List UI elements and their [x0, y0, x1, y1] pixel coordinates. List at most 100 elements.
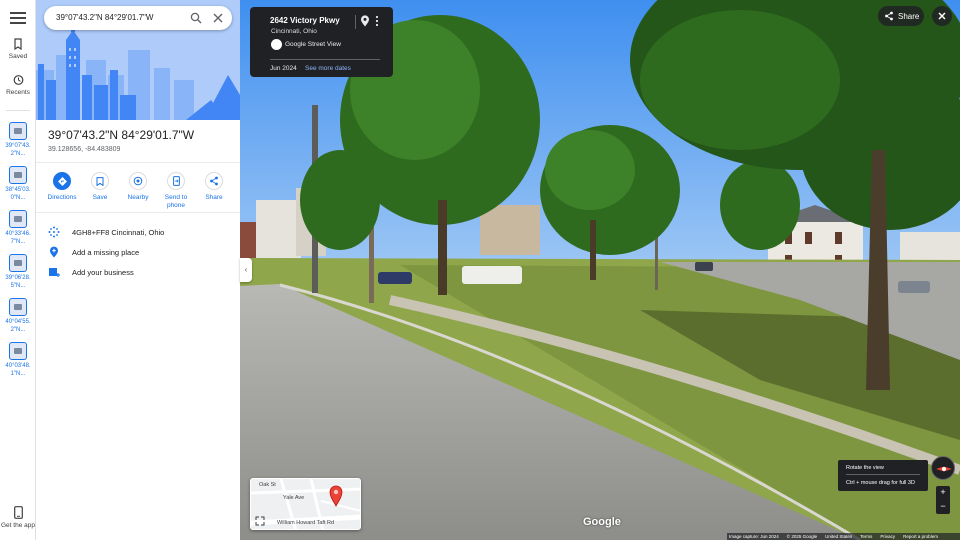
add-missing-place-row[interactable]: Add a missing place [48, 246, 139, 258]
recent-thumbnail [9, 342, 27, 360]
history-icon [13, 75, 24, 85]
save-label: Save [92, 194, 108, 201]
tooltip-title: Rotate the view [846, 465, 884, 471]
plus-code-text: 4GH8+FF8 Cincinnati, Ohio [72, 227, 165, 237]
divider [846, 474, 920, 475]
tooltip-hint: Ctrl + mouse drag for full 3D [846, 480, 915, 486]
divider [355, 15, 356, 29]
saved-label: Saved [8, 53, 28, 60]
plus-code-row[interactable]: 4GH8+FF8 Cincinnati, Ohio [48, 226, 164, 238]
chevron-left-icon: ‹ [244, 265, 248, 274]
recents-button[interactable]: Recents [0, 74, 36, 96]
capture-date-footer: Image capture: Jun 2024 [729, 534, 779, 539]
close-icon[interactable] [212, 12, 224, 24]
streetview-share-button[interactable]: Share [878, 6, 924, 26]
action-bar: Directions Save Nearby Send to phone Sha… [44, 172, 232, 210]
plus-code-icon [48, 226, 60, 238]
menu-icon[interactable] [9, 10, 27, 26]
recent-thumbnail [9, 254, 27, 272]
more-options-icon[interactable] [374, 15, 380, 27]
search-box[interactable]: 39°07'43.2"N 84°29'01.7"W [44, 6, 232, 30]
add-business-row[interactable]: Add your business [48, 266, 134, 278]
mini-map-street-label: Oak St [259, 482, 276, 488]
see-more-dates-link[interactable]: See more dates [305, 65, 351, 72]
share-label: Share [205, 194, 223, 201]
divider [36, 212, 240, 213]
share-button[interactable]: Share [196, 172, 232, 210]
divider [36, 162, 240, 163]
compass-button[interactable] [931, 456, 955, 480]
street-view-source-label: Google Street View [285, 41, 341, 48]
zoom-controls: + − [936, 486, 950, 514]
directions-icon [53, 172, 71, 190]
directions-button[interactable]: Directions [44, 172, 80, 210]
saved-button[interactable]: Saved [0, 38, 36, 60]
nearby-label: Nearby [127, 194, 149, 201]
country-link[interactable]: United States [825, 534, 852, 539]
location-pin-icon[interactable] [360, 15, 370, 27]
privacy-link[interactable]: Privacy [880, 534, 895, 539]
recent-item-label: 39°06'28.5"N... [5, 275, 31, 289]
share-icon [205, 172, 223, 190]
recent-item[interactable]: 40°33'46.7"N... [0, 210, 36, 254]
mini-map[interactable]: Oak St Yale Ave William Howard Taft Rd [250, 478, 361, 530]
streetview-info-card: 2642 Victory Pkwy Cincinnati, Ohio Googl… [250, 7, 393, 77]
streetview-address: 2642 Victory Pkwy [270, 16, 340, 25]
google-icon [271, 39, 282, 50]
nearby-icon [129, 172, 147, 190]
search-input[interactable]: 39°07'43.2"N 84°29'01.7"W [56, 13, 153, 22]
get-app-label: Get the app [1, 522, 35, 529]
add-missing-place-label: Add a missing place [72, 247, 140, 257]
mini-map-street-label: William Howard Taft Rd [277, 520, 335, 526]
capture-date: Jun 2024 [270, 65, 297, 72]
mini-map-street-label: Yale Ave [283, 495, 305, 501]
add-business-label: Add your business [72, 267, 134, 277]
recent-thumbnail [9, 122, 27, 140]
recent-thumbnail [9, 166, 27, 184]
save-button[interactable]: Save [82, 172, 118, 210]
recent-item[interactable]: 40°03'48.1"N... [0, 342, 36, 386]
get-app-button[interactable]: Get the app [0, 506, 36, 530]
divider [270, 59, 380, 60]
place-panel: 39°07'43.2"N 84°29'01.7"W 39°07'43.2"N 8… [36, 0, 240, 540]
recent-item-label: 38°45'03.0"N... [5, 187, 31, 201]
search-icon[interactable] [190, 12, 202, 24]
recent-item[interactable]: 39°06'28.5"N... [0, 254, 36, 298]
bookmark-icon [14, 38, 22, 50]
attribution-bar: Image capture: Jun 2024 © 2025 Google Un… [727, 533, 960, 540]
compass-icon [936, 466, 952, 472]
recents-label: Recents [6, 89, 30, 96]
location-pin-icon [329, 485, 343, 507]
recent-thumbnail [9, 210, 27, 228]
recent-item-label: 39°07'43.2"N... [5, 143, 31, 157]
add-business-icon [49, 268, 60, 277]
close-streetview-button[interactable] [932, 6, 952, 26]
recent-thumbnail [9, 298, 27, 316]
zoom-out-button[interactable]: − [936, 500, 950, 514]
streetview-share-label: Share [898, 11, 920, 21]
recent-item[interactable]: 38°45'03.0"N... [0, 166, 36, 210]
bookmark-icon [91, 172, 109, 190]
street-view-panorama[interactable] [240, 0, 960, 540]
recent-item-label: 40°03'48.1"N... [5, 363, 31, 377]
report-problem-link[interactable]: Report a problem [903, 534, 938, 539]
left-rail: Saved Recents 39°07'43.2"N... 38°45'03.0… [0, 0, 36, 540]
streetview-city: Cincinnati, Ohio [271, 28, 317, 35]
send-to-phone-button[interactable]: Send to phone [158, 172, 194, 210]
rotate-view-tooltip: Rotate the view Ctrl + mouse drag for fu… [838, 460, 928, 491]
expand-icon[interactable] [255, 516, 265, 526]
collapse-panel-button[interactable]: ‹ [240, 258, 252, 282]
hero-illustration: 39°07'43.2"N 84°29'01.7"W [36, 0, 240, 120]
recent-item[interactable]: 39°07'43.2"N... [0, 122, 36, 166]
copyright: © 2025 Google [786, 534, 818, 539]
terms-link[interactable]: Terms [860, 534, 872, 539]
recent-item-label: 40°04'55.2"N... [5, 319, 31, 333]
zoom-in-button[interactable]: + [936, 486, 950, 500]
close-icon [938, 12, 946, 20]
recent-item-label: 40°33'46.7"N... [5, 231, 31, 245]
add-location-icon [50, 246, 58, 258]
phone-icon [167, 172, 185, 190]
place-title: 39°07'43.2"N 84°29'01.7"W [48, 128, 195, 142]
nearby-button[interactable]: Nearby [120, 172, 156, 210]
recent-item[interactable]: 40°04'55.2"N... [0, 298, 36, 342]
